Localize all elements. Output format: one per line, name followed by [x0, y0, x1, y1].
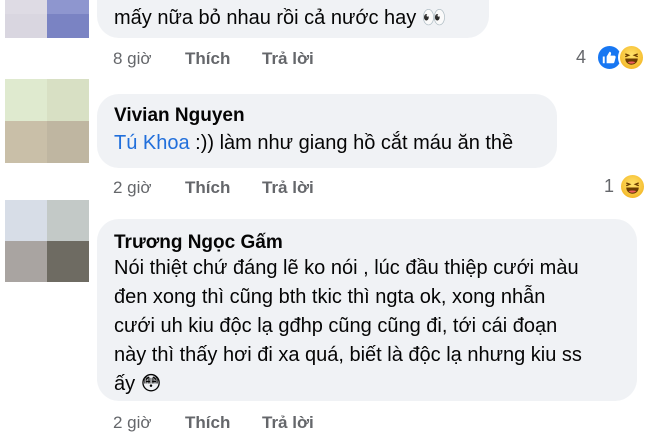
avatar[interactable] [5, 79, 89, 163]
comment-text-line: này thì thấy hơi đi xa quá, biết là độc … [114, 344, 582, 366]
comment-author[interactable]: Vivian Nguyen [114, 105, 245, 127]
comment-text-body: :)) làm như giang hồ cắt máu ăn thề [189, 132, 514, 154]
comment-actions: 2 giờ Thích Trả lời [113, 413, 413, 435]
comment-text: mấy nữa bỏ nhau rồi cả nước hay 👀 [114, 7, 447, 29]
comment-timestamp[interactable]: 2 giờ [113, 413, 152, 433]
like-button[interactable]: Thích [185, 49, 230, 69]
avatar[interactable] [5, 0, 89, 38]
avatar[interactable] [5, 200, 89, 282]
comment-actions: 8 giờ Thích Trả lời [113, 49, 413, 71]
comment-timestamp[interactable]: 2 giờ [113, 178, 152, 198]
like-button[interactable]: Thích [185, 178, 230, 198]
reaction-count[interactable]: 4 [576, 47, 586, 68]
comment-text-line: Nói thiệt chứ đáng lẽ ko nói , lúc đầu t… [114, 257, 579, 279]
comment-author[interactable]: Trương Ngọc Gấm [114, 232, 283, 254]
comment-timestamp[interactable]: 8 giờ [113, 49, 152, 69]
haha-icon[interactable] [619, 173, 646, 200]
comment-text-line: ấy 😳 [114, 373, 162, 395]
comment-text: Tú Khoa :)) làm như giang hồ cắt máu ăn … [114, 129, 513, 158]
haha-icon[interactable] [618, 44, 645, 71]
comment-actions: 2 giờ Thích Trả lời [113, 178, 413, 200]
reply-button[interactable]: Trả lời [262, 178, 314, 198]
mention-link[interactable]: Tú Khoa [114, 132, 190, 154]
reaction-count[interactable]: 1 [604, 176, 614, 197]
comment-text-line: đen xong thì cũng bth tkic thì ngta ok, … [114, 286, 546, 308]
like-button[interactable]: Thích [185, 413, 230, 433]
reply-button[interactable]: Trả lời [262, 49, 314, 69]
comment-text-line: cưới uh kiu độc lạ gđhp cũng cũng đi, tớ… [114, 315, 558, 337]
reply-button[interactable]: Trả lời [262, 413, 314, 433]
